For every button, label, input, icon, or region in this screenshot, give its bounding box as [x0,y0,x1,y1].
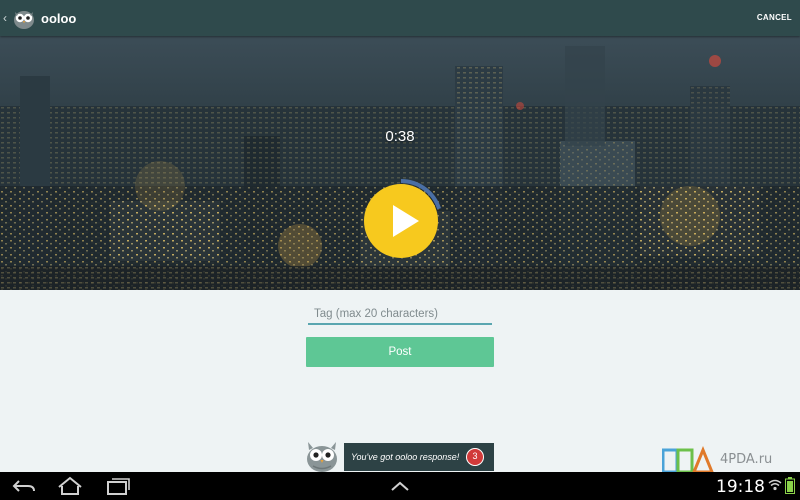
response-notification-text: You've got ooloo response! [351,452,460,462]
recent-apps-icon[interactable] [104,476,132,496]
video-preview[interactable]: 0:38 [0,36,800,290]
response-count-badge: 3 [466,448,484,466]
play-icon[interactable] [358,178,444,264]
back-caret-icon[interactable]: ‹ [3,0,11,36]
battery-icon [785,477,795,494]
chevron-up-icon[interactable] [386,476,414,496]
action-bar: ‹ ooloo CANCEL [0,0,800,36]
cancel-button[interactable]: CANCEL [755,0,794,36]
app-title: ooloo [41,10,77,26]
home-icon[interactable] [56,476,84,496]
watermark-text: 4PDA.ru [720,452,773,467]
response-notification[interactable]: You've got ooloo response! 3 [344,443,494,471]
back-icon[interactable] [10,476,38,496]
owl-mascot-icon [307,442,337,472]
app-logo-owl-icon[interactable] [12,6,36,30]
system-navigation-bar: 19:18 [0,472,800,500]
wifi-icon [768,479,782,491]
system-clock: 19:18 [716,477,765,497]
tag-input[interactable] [308,305,492,325]
playback-timer: 0:38 [385,128,415,145]
play-button[interactable] [358,178,444,264]
post-button[interactable]: Post [306,337,494,367]
